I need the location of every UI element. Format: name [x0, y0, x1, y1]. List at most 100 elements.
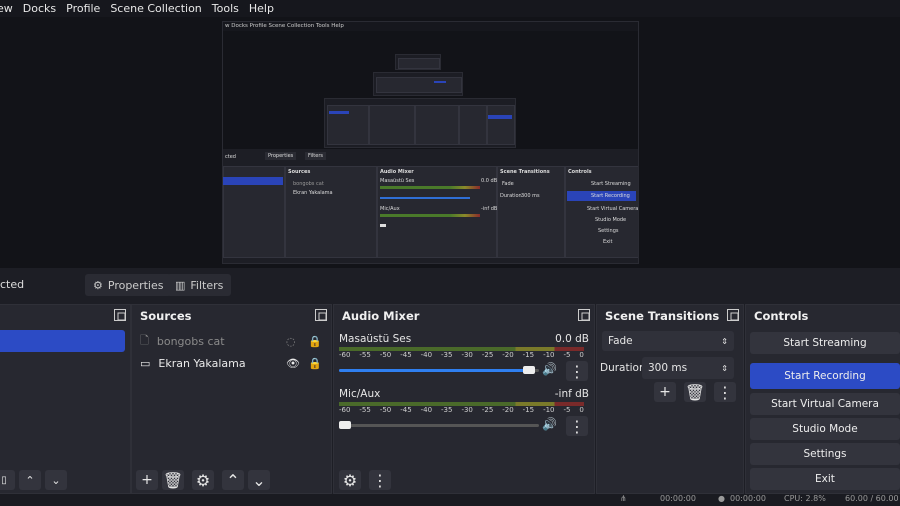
tick-label: -30 — [461, 351, 473, 359]
kebab-menu-icon: ⋮ — [717, 382, 733, 402]
channel-name: Masaüstü Ses — [339, 333, 412, 345]
menu-view[interactable]: ew — [0, 2, 13, 15]
nested-mix-1: Masaüstü Ses — [380, 178, 415, 184]
nested-ctrl-4: Settings — [598, 228, 619, 234]
filters-button[interactable]: ▥ Filters — [167, 274, 232, 296]
start-recording-button[interactable]: Start Recording — [750, 363, 900, 389]
volume-slider[interactable] — [339, 421, 539, 429]
start-virtual-camera-button[interactable]: Start Virtual Camera — [750, 393, 900, 415]
tick-label: -45 — [400, 351, 412, 359]
controls-title: Controls — [754, 309, 809, 323]
nested-ctrl-0: Start Streaming — [591, 181, 631, 187]
nested-mix-2-db: -inf dB — [481, 206, 498, 212]
source-properties-button[interactable]: ⚙ — [192, 470, 214, 490]
source-name: bongobs cat — [156, 334, 225, 348]
scene-transitions-title: Scene Transitions — [605, 309, 720, 323]
preview-canvas[interactable]: w Docks Profile Scene Collection Tools H… — [0, 17, 900, 268]
trash-icon: 🗑 — [684, 382, 706, 402]
mixer-settings-button[interactable]: ⚙ — [339, 470, 361, 490]
tick-label: -40 — [420, 406, 433, 414]
remove-source-button[interactable]: 🗑 — [162, 470, 184, 490]
meter-ticks: -60 -55 -50 -45 -40 -35 -30 -25 -20 -15 -10 -5 0 — [339, 351, 584, 359]
tick-label: -35 — [441, 406, 453, 414]
nested-sources-title: Sources — [288, 169, 311, 175]
sources-dock: Sources 🗋 bongobs cat ◌ 🔒 ▭ Ekran Yakala… — [131, 304, 332, 494]
gear-icon: ⚙ — [195, 470, 211, 490]
transition-selected: Fade — [608, 335, 633, 347]
lock-icon[interactable]: 🔒 — [308, 357, 322, 370]
speaker-icon[interactable]: 🔊 — [542, 417, 557, 431]
tick-label: -25 — [481, 406, 494, 414]
eye-hidden-icon[interactable]: ◌ — [286, 335, 296, 348]
float-dock-icon[interactable] — [315, 309, 327, 321]
tick-label: -30 — [461, 406, 473, 414]
channel-menu-button[interactable]: ⋮ — [566, 416, 588, 436]
trash-icon: 🗑 — [162, 470, 184, 490]
tick-label: -5 — [563, 406, 571, 414]
menu-tools[interactable]: Tools — [212, 2, 239, 15]
transition-menu-button[interactable]: ⋮ — [714, 382, 736, 402]
add-transition-button[interactable]: + — [654, 382, 676, 402]
mixer-menu-button[interactable]: ⋮ — [369, 470, 391, 490]
nested-ctrl-3: Studio Mode — [595, 217, 627, 223]
eye-icon[interactable]: 👁 — [286, 357, 300, 370]
source-down-button[interactable]: ⌄ — [248, 470, 270, 490]
kebab-menu-icon: ⋮ — [569, 361, 585, 381]
menu-bar: ew Docks Profile Scene Collection Tools … — [0, 0, 900, 17]
nested-capture-tiny — [395, 54, 441, 70]
kebab-menu-icon: ⋮ — [569, 416, 585, 436]
scene-item-selected[interactable] — [0, 330, 125, 352]
tick-label: -45 — [400, 406, 412, 414]
tick-label: -60 — [339, 406, 351, 414]
controls-dock: Controls Start Streaming Start Recording… — [745, 304, 900, 494]
lock-icon[interactable]: 🔒 — [308, 335, 322, 348]
menu-profile[interactable]: Profile — [66, 2, 100, 15]
add-source-button[interactable]: + — [136, 470, 158, 490]
float-dock-icon[interactable] — [578, 309, 590, 321]
remove-transition-button[interactable]: 🗑 — [684, 382, 706, 402]
tick-label: -10 — [543, 406, 555, 414]
nested-source-1: bongobs cat — [293, 181, 324, 187]
scene-down-button[interactable]: ⌄ — [45, 470, 67, 490]
nested-filters: Filters — [305, 152, 326, 160]
nested-mix-2: Mic/Aux — [380, 206, 400, 212]
tick-label: -5 — [563, 351, 571, 359]
menu-scene-collection[interactable]: Scene Collection — [110, 2, 201, 15]
channel-menu-button[interactable]: ⋮ — [566, 361, 588, 381]
properties-label: Properties — [107, 278, 164, 292]
transition-select[interactable]: Fade ⇕ — [602, 331, 734, 351]
tick-label: -20 — [502, 351, 514, 359]
properties-button[interactable]: ⚙ Properties — [85, 274, 172, 296]
live-time: 00:00:00 — [660, 494, 696, 503]
float-dock-icon[interactable] — [114, 309, 126, 321]
meter-ticks: -60 -55 -50 -45 -40 -35 -30 -25 -20 -15 -10 -5 0 — [339, 406, 584, 414]
scene-transitions-dock: Scene Transitions Fade ⇕ Duration 300 ms… — [596, 304, 744, 494]
float-dock-icon[interactable] — [727, 309, 739, 321]
scene-up-button[interactable]: ⌃ — [19, 470, 41, 490]
speaker-icon[interactable]: 🔊 — [542, 362, 557, 376]
gears-icon: ⚙ — [342, 470, 358, 490]
live-icon: ⋔ — [620, 494, 627, 503]
volume-slider[interactable] — [339, 366, 539, 374]
scenes-dock: ▯ ⌃ ⌄ — [0, 304, 131, 494]
source-up-button[interactable]: ⌃ — [222, 470, 244, 490]
menu-docks[interactable]: Docks — [23, 2, 56, 15]
nested-scene-label: cted — [225, 154, 236, 160]
nested-ctrl-5: Exit — [603, 239, 613, 245]
tick-label: -50 — [379, 351, 392, 359]
nested-ctrl-2: Start Virtual Camera — [587, 206, 639, 212]
source-item-ekran[interactable]: ▭ Ekran Yakalama 👁 🔒 — [140, 352, 325, 374]
scene-remove-button[interactable]: ▯ — [0, 470, 15, 490]
source-name: Ekran Yakalama — [158, 356, 246, 370]
studio-mode-button[interactable]: Studio Mode — [750, 418, 900, 440]
spin-arrows-icon[interactable]: ⇕ — [721, 364, 728, 373]
settings-button[interactable]: Settings — [750, 443, 900, 465]
fps: 60.00 / 60.00 — [845, 494, 899, 503]
exit-button[interactable]: Exit — [750, 468, 900, 490]
menu-help[interactable]: Help — [249, 2, 274, 15]
source-item-bongobs[interactable]: 🗋 bongobs cat ◌ 🔒 — [140, 330, 325, 352]
nested-menu: w Docks Profile Scene Collection Tools H… — [223, 22, 638, 31]
filter-icon: ▥ — [175, 278, 186, 292]
start-streaming-button[interactable]: Start Streaming — [750, 332, 900, 354]
duration-spinbox[interactable]: 300 ms ⇕ — [642, 357, 734, 379]
